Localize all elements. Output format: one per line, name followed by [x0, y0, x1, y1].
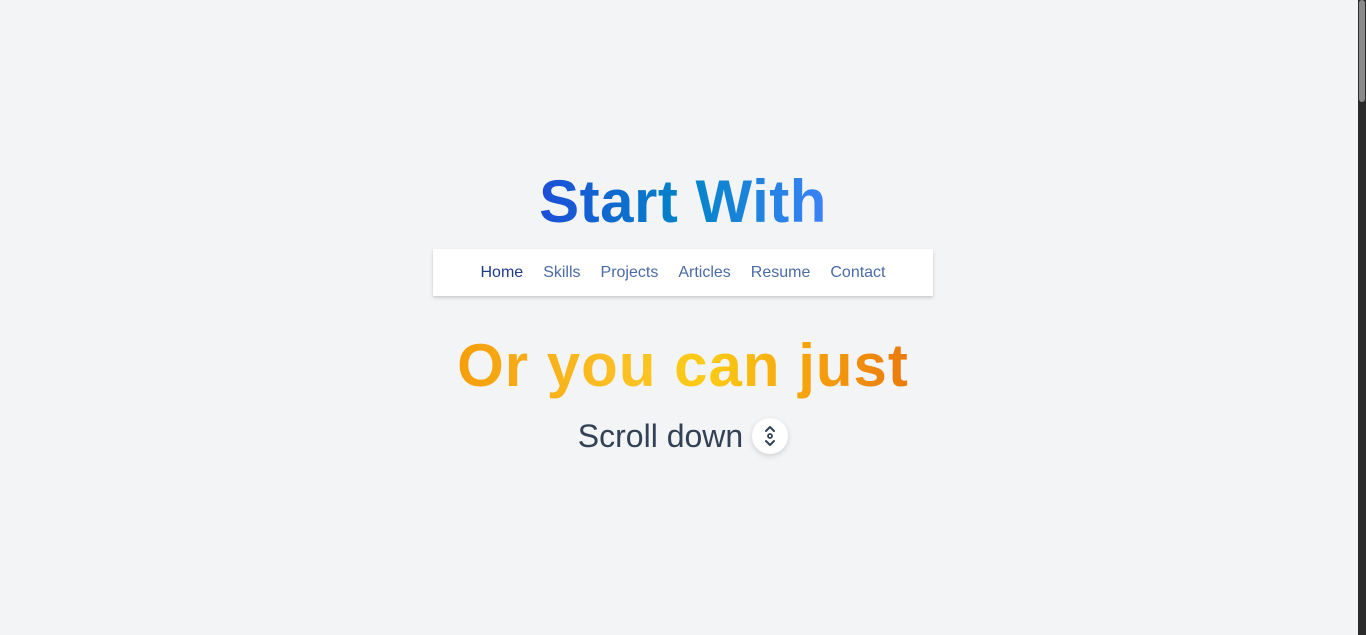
scroll-down-label: Scroll down	[577, 418, 744, 454]
scroll-down-button[interactable]	[752, 418, 789, 454]
vertical-scrollbar[interactable]	[1358, 0, 1366, 635]
hero-title-text: Start With	[539, 168, 827, 235]
nav-item-resume[interactable]: Resume	[751, 264, 811, 282]
page: Start With Home Skills Projects Articles…	[0, 0, 1358, 635]
nav-item-home[interactable]: Home	[481, 264, 524, 282]
hero-subtitle-text: Or you can just	[457, 332, 909, 399]
hero-subtitle: Or you can just	[0, 330, 1366, 402]
nav-item-skills[interactable]: Skills	[543, 264, 580, 282]
nav-item-contact[interactable]: Contact	[830, 264, 885, 282]
scrollbar-thumb[interactable]	[1359, 0, 1365, 102]
hero-title: Start With	[0, 166, 1366, 238]
nav-item-articles[interactable]: Articles	[678, 264, 730, 282]
main-nav: Home Skills Projects Articles Resume Con…	[433, 249, 933, 296]
nav-item-projects[interactable]: Projects	[601, 264, 659, 282]
scroll-prompt: Scroll down	[0, 416, 1366, 456]
scroll-down-icon	[765, 426, 776, 446]
